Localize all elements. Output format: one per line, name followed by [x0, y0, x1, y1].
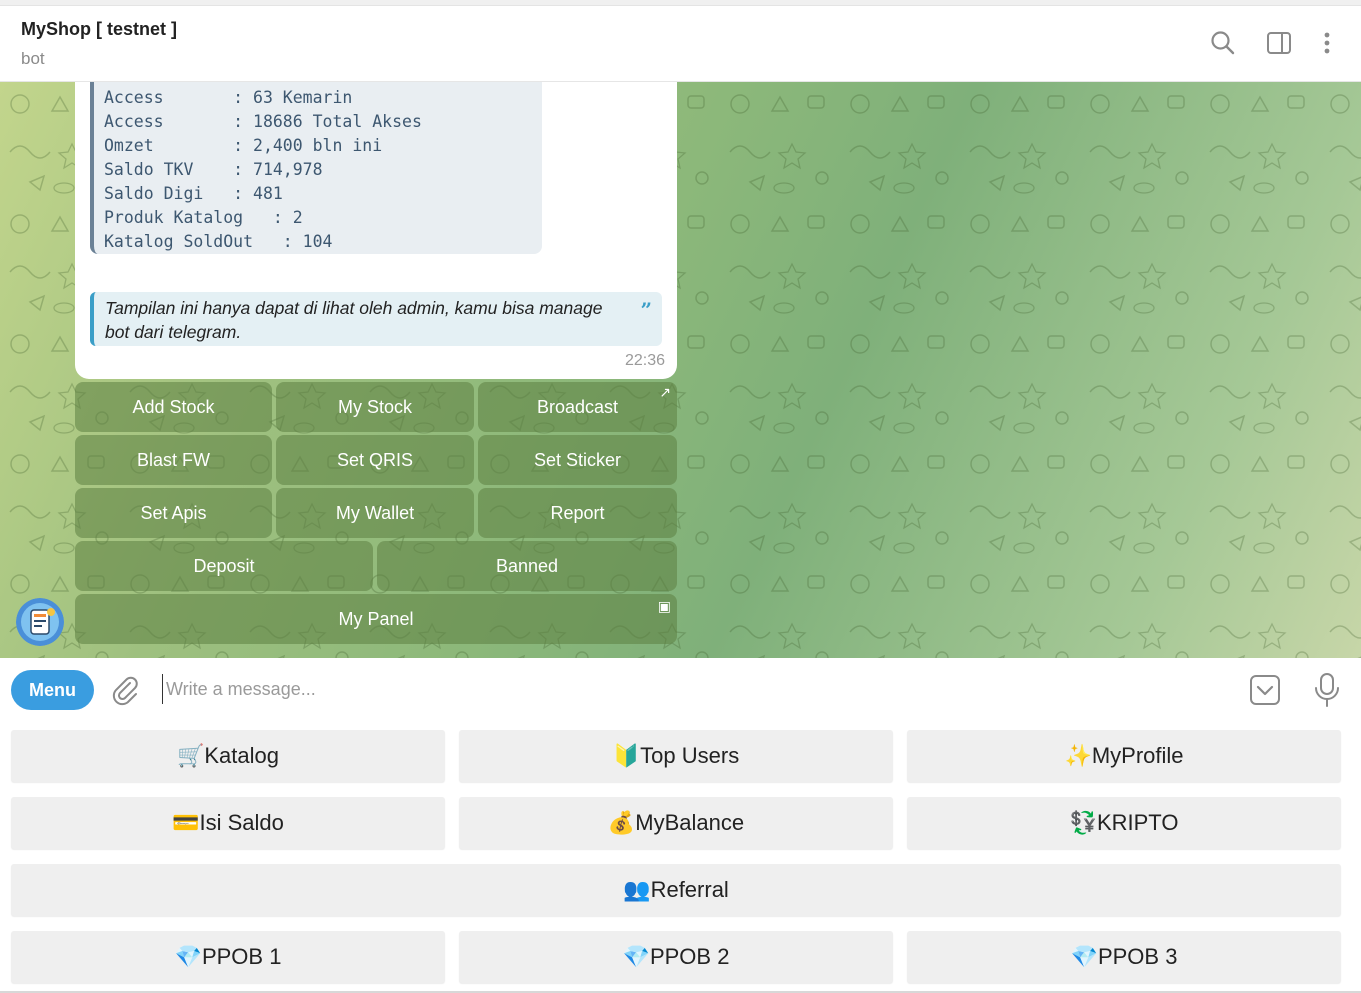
- blast-fw-button[interactable]: Blast FW: [75, 435, 272, 485]
- katalog-button[interactable]: 🛒Katalog: [11, 730, 445, 782]
- button-label: My Wallet: [335, 503, 415, 523]
- stat-line: Produk Katalog : 2: [104, 208, 303, 227]
- reply-keyboard: 🛒Katalog 🔰Top Users ✨MyProfile 💳Isi Sald…: [0, 722, 1361, 993]
- button-label: Blast FW: [136, 450, 210, 470]
- paperclip-icon[interactable]: [109, 674, 141, 706]
- report-button[interactable]: Report: [478, 488, 677, 538]
- message-composer: Menu: [0, 658, 1361, 722]
- button-label: Set Sticker: [533, 450, 622, 470]
- more-vertical-icon[interactable]: [1312, 28, 1342, 58]
- my-stock-button[interactable]: My Stock: [276, 382, 474, 432]
- stat-line: Katalog SoldOut : 104: [104, 232, 333, 251]
- deposit-button[interactable]: Deposit: [75, 541, 373, 591]
- ppob-1-button[interactable]: 💎PPOB 1: [11, 931, 445, 983]
- referral-button[interactable]: 👥Referral: [11, 864, 1341, 916]
- button-label: Report: [550, 503, 605, 523]
- admin-note-quote: Tampilan ini hanya dapat di lihat oleh a…: [90, 292, 662, 346]
- message-input[interactable]: [162, 674, 1222, 704]
- chat-subtitle: bot: [21, 49, 45, 68]
- button-label: Deposit: [193, 556, 255, 576]
- my-wallet-button[interactable]: My Wallet: [276, 488, 474, 538]
- stat-line: Access : 63 Kemarin: [104, 88, 353, 107]
- button-label: Broadcast: [536, 397, 619, 417]
- web-app-icon: ▣: [657, 598, 671, 614]
- my-panel-button[interactable]: My Panel ▣: [75, 594, 677, 644]
- set-apis-button[interactable]: Set Apis: [75, 488, 272, 538]
- kripto-button[interactable]: 💱KRIPTO: [907, 797, 1341, 849]
- telegram-window: MyShop [ testnet ] bot Access: 63 Kemar…: [0, 0, 1361, 993]
- button-label: My Panel: [338, 609, 414, 629]
- stat-line: Saldo TKV : 714,978: [104, 160, 323, 179]
- button-label: Banned: [495, 556, 559, 576]
- stat-line: Saldo Digi : 481: [104, 184, 283, 203]
- stat-line: Omzet : 2,400 bln ini: [104, 136, 383, 155]
- set-qris-button[interactable]: Set QRIS: [276, 435, 474, 485]
- quote-icon: ”: [640, 298, 652, 322]
- button-label: Add Stock: [132, 397, 215, 417]
- set-sticker-button[interactable]: Set Sticker: [478, 435, 677, 485]
- ppob-2-button[interactable]: 💎PPOB 2: [459, 931, 893, 983]
- chat-area: Access : 63 Kemarin Access : 18686 Total…: [0, 82, 1361, 658]
- broadcast-button[interactable]: Broadcast ↗: [478, 382, 677, 432]
- myprofile-button[interactable]: ✨MyProfile: [907, 730, 1341, 782]
- top-users-button[interactable]: 🔰Top Users: [459, 730, 893, 782]
- keyboard-toggle-icon[interactable]: [1249, 674, 1281, 706]
- bot-avatar[interactable]: [16, 598, 64, 646]
- mybalance-button[interactable]: 💰MyBalance: [459, 797, 893, 849]
- external-link-icon: ↗: [659, 384, 671, 400]
- isi-saldo-button[interactable]: 💳Isi Saldo: [11, 797, 445, 849]
- chat-header: MyShop [ testnet ] bot: [0, 6, 1361, 82]
- sidebar-toggle-icon[interactable]: [1264, 28, 1294, 58]
- message-timestamp: 22:36: [624, 352, 665, 369]
- search-icon[interactable]: [1208, 28, 1238, 58]
- stats-code-block: Access : 63 Kemarin Access : 18686 Total…: [90, 82, 542, 254]
- button-label: Set Apis: [140, 503, 207, 523]
- button-label: Set QRIS: [336, 450, 414, 470]
- ppob-3-button[interactable]: 💎PPOB 3: [907, 931, 1341, 983]
- add-stock-button[interactable]: Add Stock: [75, 382, 272, 432]
- button-label: My Stock: [337, 397, 412, 417]
- banned-button[interactable]: Banned: [377, 541, 677, 591]
- bot-menu-button[interactable]: Menu: [11, 670, 94, 710]
- quote-text: Tampilan ini hanya dapat di lihat oleh a…: [105, 298, 603, 342]
- admin-message-bubble: Access : 63 Kemarin Access : 18686 Total…: [75, 82, 677, 379]
- chat-title[interactable]: MyShop [ testnet ]: [21, 19, 177, 40]
- microphone-icon[interactable]: [1311, 672, 1343, 708]
- stat-line: Access : 18686 Total Akses: [104, 112, 422, 131]
